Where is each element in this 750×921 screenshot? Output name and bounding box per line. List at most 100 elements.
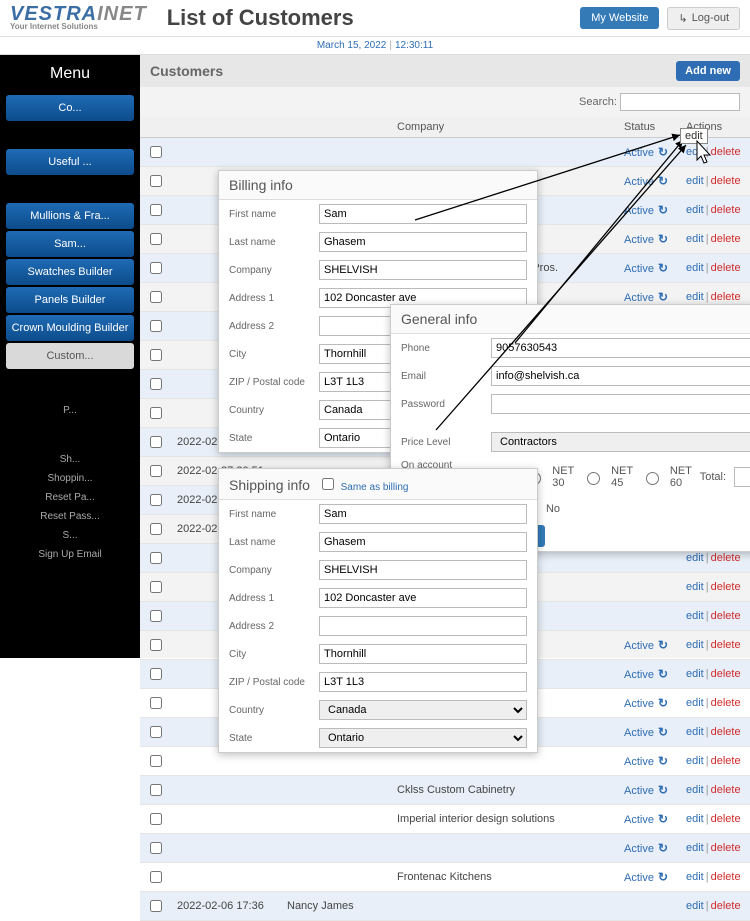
shipping-state[interactable]: Ontario: [319, 728, 527, 748]
logout-button[interactable]: ↳ Log-out: [667, 7, 740, 30]
edit-link[interactable]: edit: [686, 668, 704, 680]
add-new-button[interactable]: Add new: [676, 61, 740, 81]
delete-link[interactable]: delete: [711, 204, 741, 216]
edit-link[interactable]: edit: [686, 610, 704, 622]
onacct-net60[interactable]: [646, 472, 659, 485]
delete-link[interactable]: delete: [711, 697, 741, 709]
edit-link[interactable]: edit: [686, 146, 704, 158]
my-website-button[interactable]: My Website: [580, 7, 659, 29]
sidebar-item-7[interactable]: Custom...: [6, 343, 134, 369]
refresh-icon[interactable]: ↻: [654, 754, 668, 768]
edit-link[interactable]: edit: [686, 842, 704, 854]
row-checkbox[interactable]: [150, 813, 162, 825]
row-checkbox[interactable]: [150, 755, 162, 767]
delete-link[interactable]: delete: [711, 813, 741, 825]
shipping-first[interactable]: [319, 504, 527, 524]
row-checkbox[interactable]: [150, 610, 162, 622]
refresh-icon[interactable]: ↻: [654, 783, 668, 797]
row-checkbox[interactable]: [150, 291, 162, 303]
row-checkbox[interactable]: [150, 900, 162, 912]
delete-link[interactable]: delete: [711, 726, 741, 738]
edit-link[interactable]: edit: [686, 697, 704, 709]
delete-link[interactable]: delete: [711, 552, 741, 564]
refresh-icon[interactable]: ↻: [654, 261, 668, 275]
search-input[interactable]: [620, 93, 740, 111]
refresh-icon[interactable]: ↻: [654, 232, 668, 246]
delete-link[interactable]: delete: [711, 291, 741, 303]
delete-link[interactable]: delete: [711, 581, 741, 593]
edit-link[interactable]: edit: [686, 900, 704, 912]
delete-link[interactable]: delete: [711, 639, 741, 651]
general-email[interactable]: [491, 366, 750, 386]
row-checkbox[interactable]: [150, 494, 162, 506]
refresh-icon[interactable]: ↻: [654, 870, 668, 884]
row-checkbox[interactable]: [150, 726, 162, 738]
shipping-country[interactable]: Canada: [319, 700, 527, 720]
row-checkbox[interactable]: [150, 639, 162, 651]
delete-link[interactable]: delete: [711, 842, 741, 854]
billing-last[interactable]: [319, 232, 527, 252]
row-checkbox[interactable]: [150, 146, 162, 158]
billing-company[interactable]: [319, 260, 527, 280]
general-total[interactable]: [734, 467, 750, 487]
col-status[interactable]: Status: [618, 117, 680, 138]
row-checkbox[interactable]: [150, 784, 162, 796]
sidebar-tail-4[interactable]: Reset Pass...: [0, 507, 140, 526]
row-checkbox[interactable]: [150, 552, 162, 564]
row-checkbox[interactable]: [150, 407, 162, 419]
delete-link[interactable]: delete: [711, 610, 741, 622]
sidebar-tail-6[interactable]: Sign Up Email: [0, 545, 140, 564]
row-checkbox[interactable]: [150, 175, 162, 187]
row-checkbox[interactable]: [150, 436, 162, 448]
shipping-addr2[interactable]: [319, 616, 527, 636]
billing-first[interactable]: [319, 204, 527, 224]
general-price-level[interactable]: Contractors: [491, 432, 750, 452]
row-checkbox[interactable]: [150, 668, 162, 680]
delete-link[interactable]: delete: [711, 262, 741, 274]
general-phone[interactable]: [491, 338, 750, 358]
row-checkbox[interactable]: [150, 378, 162, 390]
edit-link[interactable]: edit: [686, 813, 704, 825]
row-checkbox[interactable]: [150, 871, 162, 883]
edit-link[interactable]: edit: [686, 755, 704, 767]
sidebar-item-3[interactable]: Sam...: [6, 231, 134, 257]
edit-link[interactable]: edit: [686, 639, 704, 651]
edit-link[interactable]: edit: [686, 552, 704, 564]
row-checkbox[interactable]: [150, 523, 162, 535]
edit-link[interactable]: edit: [686, 784, 704, 796]
sidebar-tail-2[interactable]: Shoppin...: [0, 469, 140, 488]
row-checkbox[interactable]: [150, 262, 162, 274]
refresh-icon[interactable]: ↻: [654, 145, 668, 159]
row-checkbox[interactable]: [150, 204, 162, 216]
row-checkbox[interactable]: [150, 465, 162, 477]
refresh-icon[interactable]: ↻: [654, 841, 668, 855]
refresh-icon[interactable]: ↻: [654, 725, 668, 739]
shipping-zip[interactable]: [319, 672, 527, 692]
edit-link[interactable]: edit: [686, 581, 704, 593]
delete-link[interactable]: delete: [711, 146, 741, 158]
sidebar-item-0[interactable]: Co...: [6, 95, 134, 121]
shipping-last[interactable]: [319, 532, 527, 552]
row-checkbox[interactable]: [150, 581, 162, 593]
delete-link[interactable]: delete: [711, 784, 741, 796]
row-checkbox[interactable]: [150, 233, 162, 245]
refresh-icon[interactable]: ↻: [654, 290, 668, 304]
delete-link[interactable]: delete: [711, 871, 741, 883]
row-checkbox[interactable]: [150, 349, 162, 361]
refresh-icon[interactable]: ↻: [654, 696, 668, 710]
delete-link[interactable]: delete: [711, 900, 741, 912]
sidebar-item-4[interactable]: Swatches Builder: [6, 259, 134, 285]
shipping-company[interactable]: [319, 560, 527, 580]
edit-link[interactable]: edit: [686, 726, 704, 738]
row-checkbox[interactable]: [150, 842, 162, 854]
sidebar-item-5[interactable]: Panels Builder: [6, 287, 134, 313]
refresh-icon[interactable]: ↻: [654, 638, 668, 652]
row-checkbox[interactable]: [150, 697, 162, 709]
same-as-billing[interactable]: [322, 478, 334, 490]
edit-link[interactable]: edit: [686, 175, 704, 187]
edit-link[interactable]: edit: [686, 233, 704, 245]
sidebar-tail-1[interactable]: Sh...: [0, 450, 140, 469]
sidebar-tail-5[interactable]: S...: [0, 526, 140, 545]
sidebar-item-1[interactable]: Useful ...: [6, 149, 134, 175]
sidebar-item-2[interactable]: Mullions & Fra...: [6, 203, 134, 229]
